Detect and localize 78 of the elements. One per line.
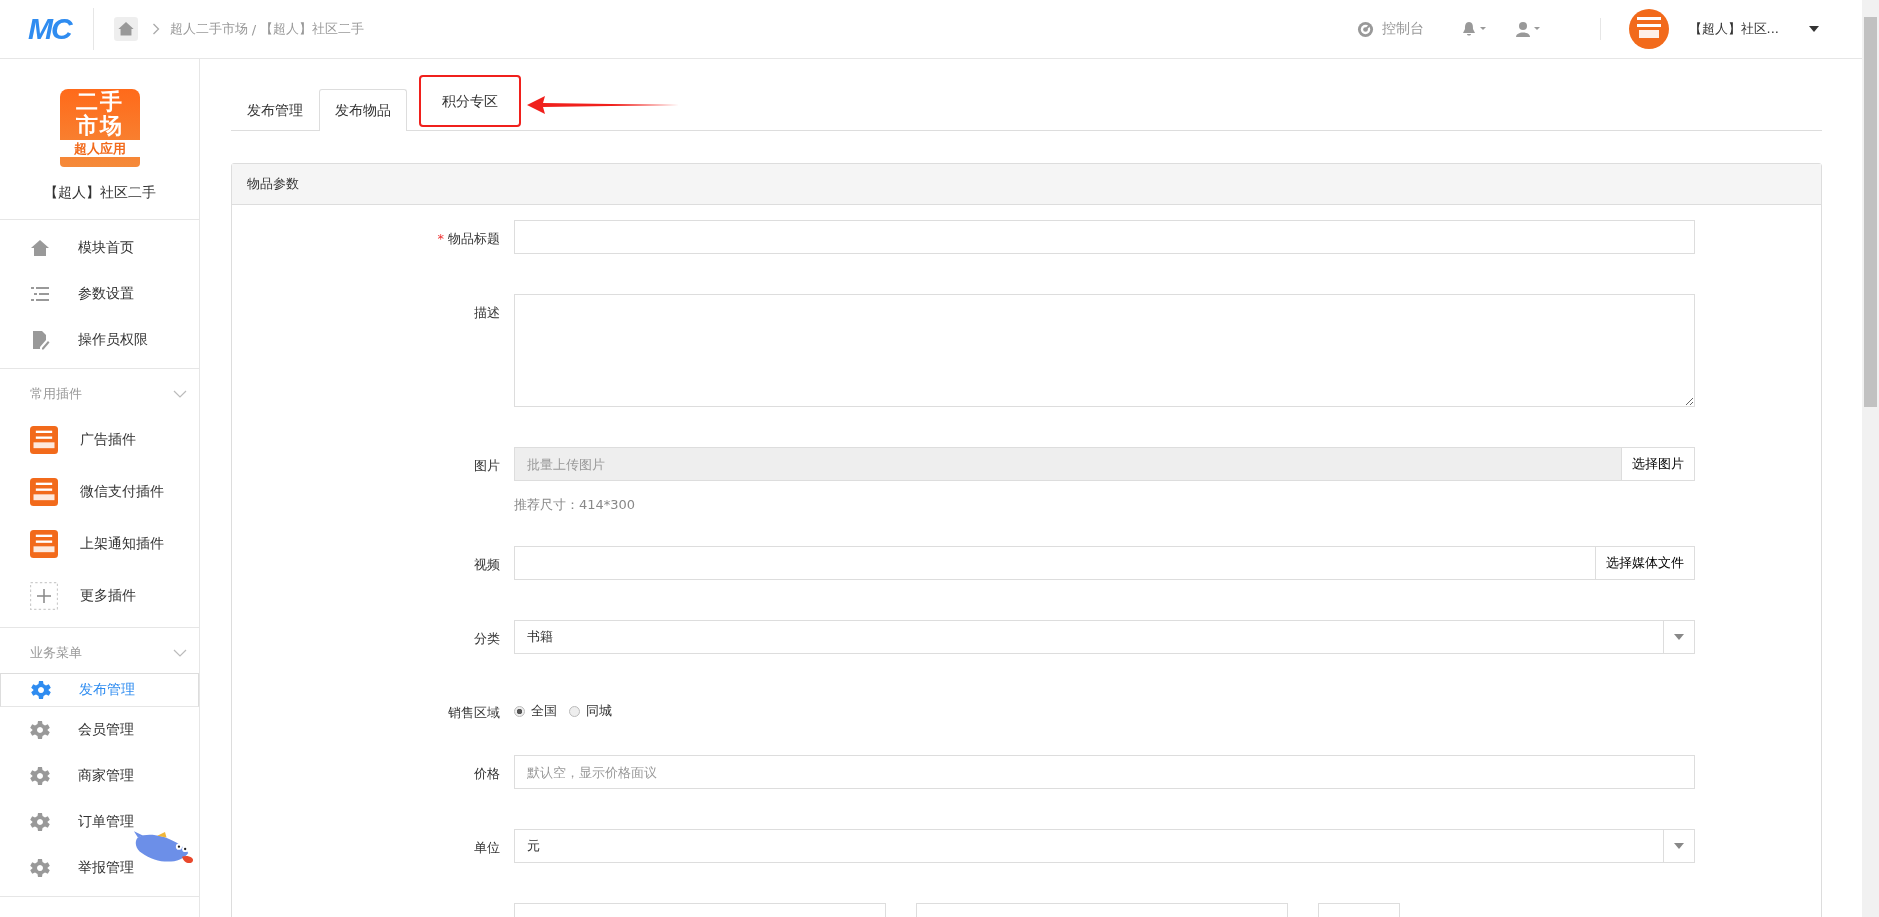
text-field[interactable] — [514, 220, 1695, 254]
account-dropdown[interactable]: 【超人】社区... — [1688, 20, 1819, 38]
app-name: 【超人】社区二手 — [43, 184, 156, 202]
sidebar-item[interactable]: 上架通知插件 — [0, 518, 199, 570]
choose-file-button[interactable]: 选择媒体文件 — [1596, 546, 1695, 580]
sidebar-item-label: 微信支付插件 — [80, 483, 164, 501]
sidebar-item[interactable]: 模块首页 — [0, 225, 199, 271]
radio-button[interactable] — [569, 705, 580, 717]
gear-icon — [30, 720, 50, 740]
select-field[interactable]: 书籍 — [514, 620, 1695, 654]
tab[interactable]: 发布管理 — [231, 90, 319, 131]
logo-text: 市场 — [75, 115, 124, 137]
sidebar-item[interactable]: 广告插件 — [0, 414, 199, 466]
caret-icon — [1809, 26, 1819, 32]
chevron-right-icon — [151, 23, 160, 35]
field-hint: 推荐尺寸：414*300 — [514, 496, 637, 514]
sidebar-item[interactable]: 举报管理 — [0, 845, 199, 891]
gear-icon — [30, 812, 50, 832]
home-icon[interactable] — [113, 17, 138, 41]
gear-icon — [30, 766, 50, 786]
add-icon — [30, 582, 58, 610]
sidebar-item-label: 参数设置 — [78, 285, 134, 303]
plugin-icon — [30, 530, 58, 558]
field-label: 分类 — [474, 631, 500, 646]
sidebar-item[interactable]: 操作员权限 — [0, 317, 199, 363]
sidebar-item-label: 操作员权限 — [78, 331, 148, 349]
plugin-icon — [30, 426, 58, 454]
caret-icon — [1674, 634, 1684, 640]
sidebar-item-label: 广告插件 — [80, 431, 136, 449]
field-label: 图片 — [474, 458, 500, 473]
textarea-field[interactable] — [514, 294, 1695, 407]
sidebar-item[interactable]: 订单管理 — [0, 799, 199, 845]
field-label: 单位 — [474, 840, 500, 855]
section-title: 业务菜单 — [30, 644, 82, 662]
field-label: 销售区域 — [448, 705, 500, 720]
list-icon — [30, 284, 50, 304]
sidebar-item[interactable]: 更多插件 — [0, 570, 199, 622]
sidebar-item-label: 上架通知插件 — [80, 535, 164, 553]
sidebar-item-label: 更多插件 — [80, 587, 136, 605]
home-icon — [30, 238, 50, 258]
section-title: 常用插件 — [30, 385, 82, 403]
breadcrumb-separator: / — [251, 21, 257, 37]
field-label: * 物品标题 — [437, 231, 500, 246]
field-label: 视频 — [474, 557, 500, 572]
logo-text: 二手 — [75, 91, 124, 113]
app-avatar-icon — [1628, 9, 1669, 49]
radio-option[interactable]: 同城 — [569, 702, 612, 720]
sidebar-item[interactable]: 微信支付插件 — [0, 466, 199, 518]
gear-icon — [30, 858, 50, 878]
sidebar-item[interactable]: 商家管理 — [0, 753, 199, 799]
radio-option[interactable]: 全国 — [514, 702, 557, 720]
plugin-icon — [30, 478, 58, 506]
field-label: 价格 — [474, 766, 500, 781]
sidebar-item-label: 订单管理 — [78, 813, 134, 831]
dashboard-icon[interactable] — [1356, 20, 1374, 38]
sidebar-item-label: 发布管理 — [79, 681, 135, 699]
document-edit-icon — [30, 330, 50, 350]
select-field[interactable]: 元 — [514, 829, 1695, 863]
text-field[interactable]: 默认空，显示价格面议 — [514, 755, 1695, 789]
sidebar-item-label: 模块首页 — [78, 239, 134, 257]
caret-icon — [1674, 843, 1684, 849]
scrollbar[interactable] — [1862, 0, 1879, 917]
sidebar-item-label: 商家管理 — [78, 767, 134, 785]
sidebar-item-label: 举报管理 — [78, 859, 134, 877]
chevron-down-icon[interactable] — [173, 649, 187, 657]
panel-header: 物品参数 — [232, 164, 1821, 205]
sidebar-item[interactable]: 发布管理 — [0, 673, 199, 707]
logo-caption: 超人应用 — [59, 140, 140, 157]
sidebar-item[interactable]: 会员管理 — [0, 707, 199, 753]
field-label: 描述 — [474, 305, 500, 320]
tab[interactable]: 发布物品 — [319, 89, 407, 131]
tab[interactable]: 积分专区 — [421, 77, 519, 125]
gear-icon — [31, 680, 51, 700]
sidebar-item[interactable]: 参数设置 — [0, 271, 199, 317]
upload-field[interactable] — [514, 546, 1596, 580]
chevron-down-icon[interactable] — [173, 390, 187, 398]
sidebar-item-label: 会员管理 — [78, 721, 134, 739]
radio-button[interactable] — [514, 705, 525, 717]
